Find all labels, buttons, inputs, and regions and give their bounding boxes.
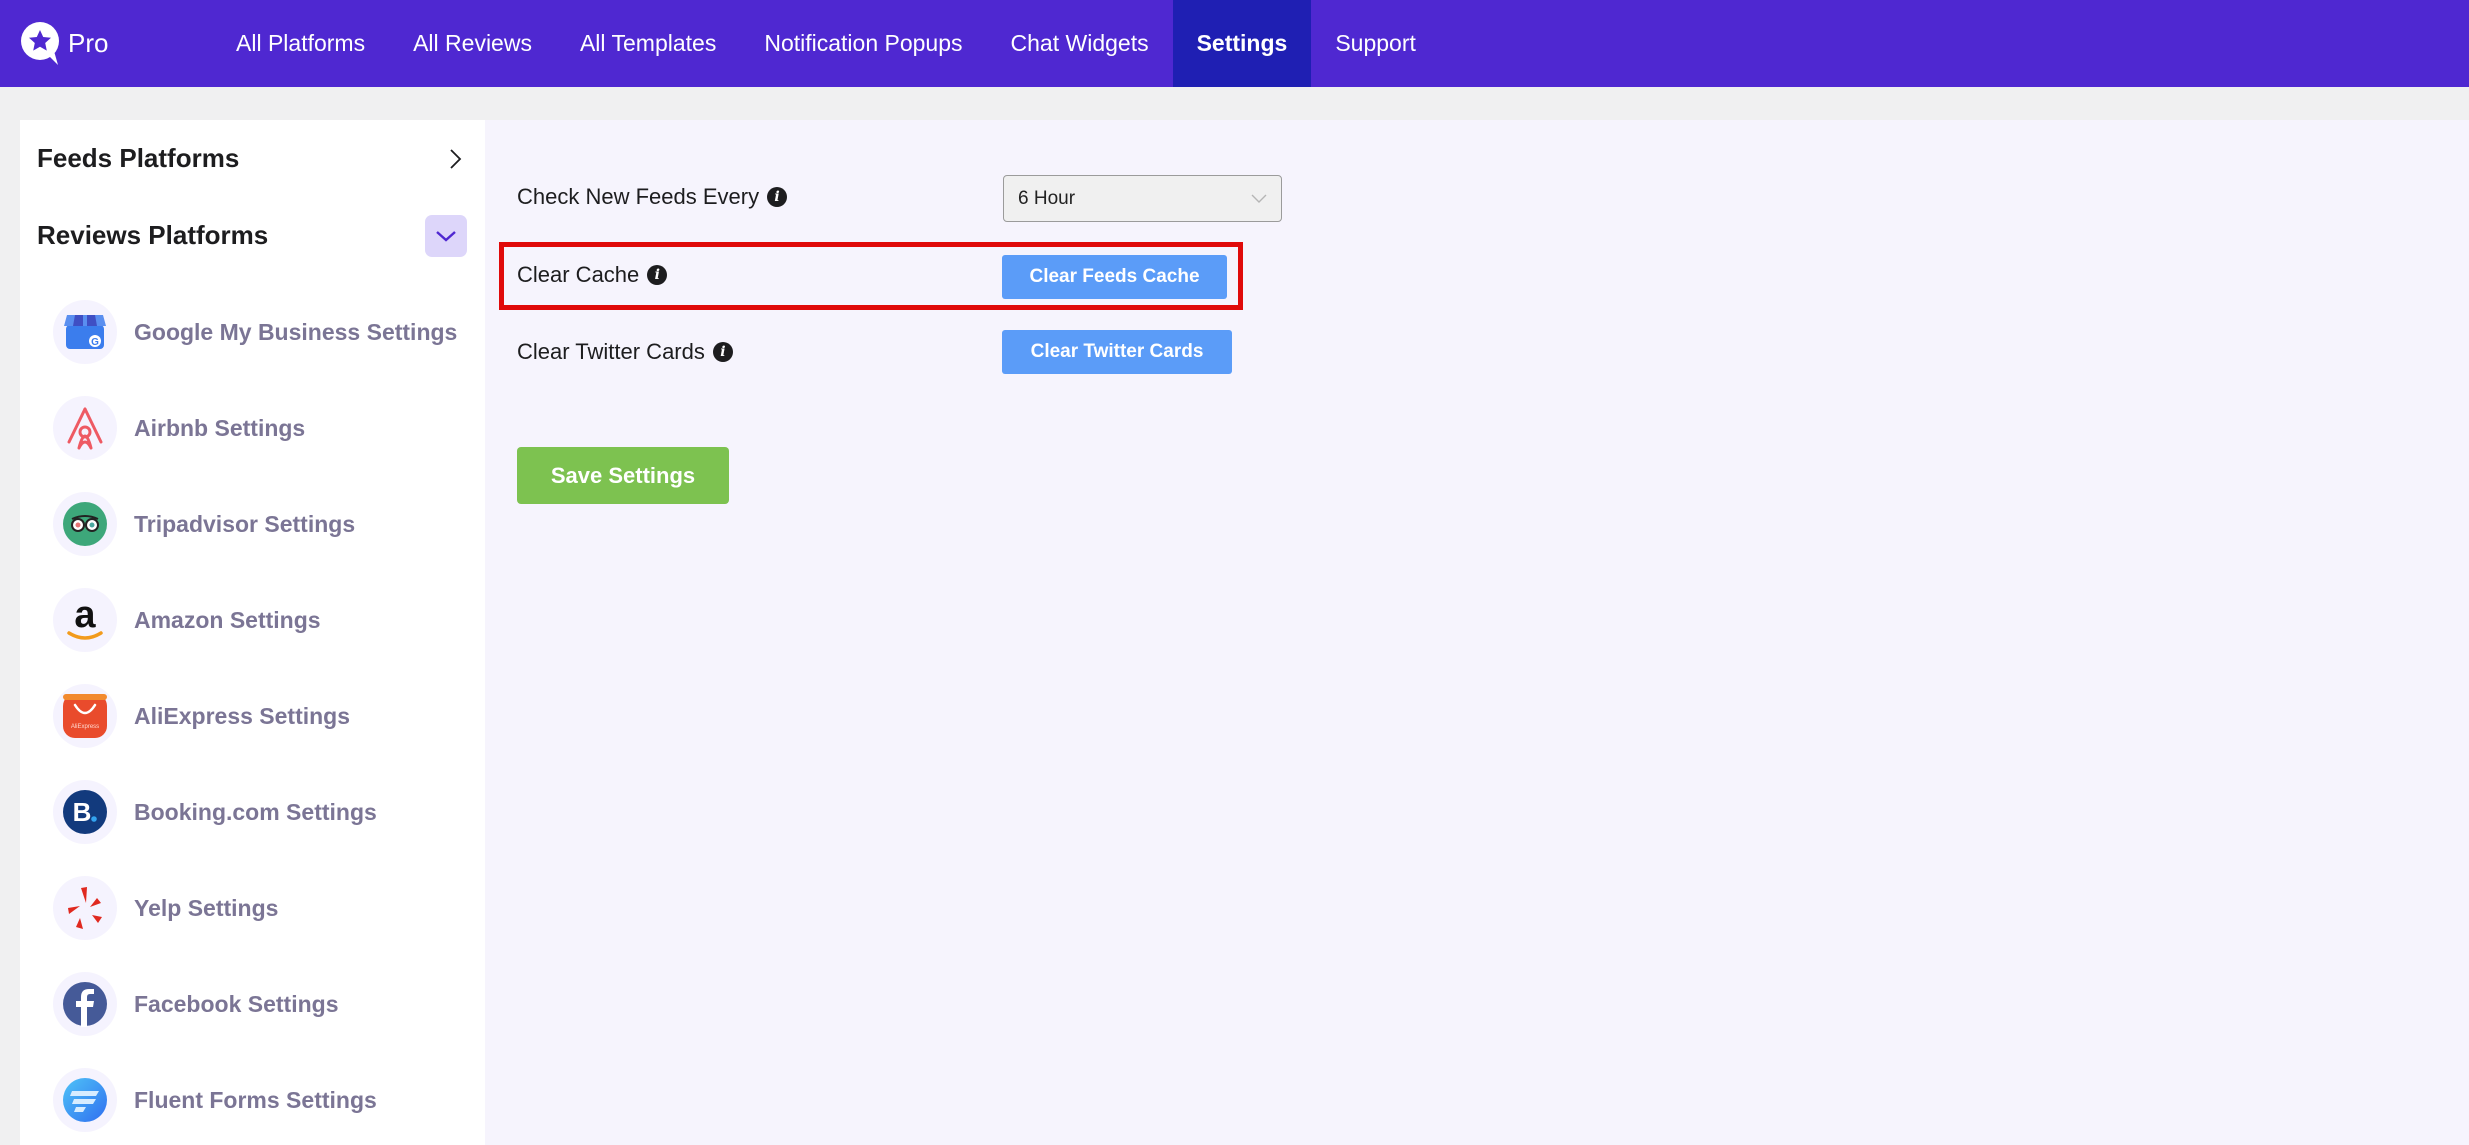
logo-icon	[21, 21, 59, 65]
google-my-business-icon: G	[53, 300, 117, 364]
platform-list: G Google My Business Settings Airbnb Set…	[20, 284, 485, 1145]
nav-settings[interactable]: Settings	[1172, 0, 1312, 87]
clear-cache-row: Clear Cache i	[517, 262, 668, 288]
sidebar-item-facebook[interactable]: Facebook Settings	[20, 956, 485, 1052]
nav-all-reviews[interactable]: All Reviews	[389, 0, 556, 87]
sidebar-item-label: AliExpress Settings	[134, 702, 351, 729]
svg-text:a: a	[74, 597, 96, 636]
aliexpress-icon: AliExpress	[53, 684, 117, 748]
info-icon[interactable]: i	[767, 187, 788, 207]
svg-text:B: B	[73, 797, 92, 827]
reviews-platforms-header[interactable]: Reviews Platforms	[20, 197, 485, 274]
chevron-right-icon[interactable]	[443, 147, 467, 171]
sidebar: Feeds Platforms Reviews Platforms G Goog…	[20, 120, 485, 1145]
info-icon[interactable]: i	[647, 265, 668, 285]
sidebar-item-fluent-forms[interactable]: Fluent Forms Settings	[20, 1052, 485, 1145]
sidebar-item-airbnb[interactable]: Airbnb Settings	[20, 380, 485, 476]
sidebar-item-label: Yelp Settings	[134, 894, 279, 921]
sidebar-item-amazon[interactable]: a Amazon Settings	[20, 572, 485, 668]
settings-panel: Check New Feeds Every i 6 Hour Clear Cac…	[485, 120, 2469, 1145]
check-feeds-value: 6 Hour	[1018, 187, 1076, 209]
booking-icon: B	[53, 780, 117, 844]
info-icon[interactable]: i	[712, 342, 733, 362]
sidebar-item-label: Amazon Settings	[134, 606, 321, 633]
clear-twitter-label: Clear Twitter Cards	[517, 339, 705, 364]
check-feeds-label: Check New Feeds Every	[517, 184, 760, 209]
chevron-down-icon	[436, 230, 456, 242]
sidebar-item-label: Fluent Forms Settings	[134, 1086, 377, 1113]
clear-cache-label: Clear Cache	[517, 262, 640, 287]
svg-text:AliExpress: AliExpress	[71, 724, 99, 730]
sidebar-item-label: Tripadvisor Settings	[134, 510, 356, 537]
clear-twitter-cards-button[interactable]: Clear Twitter Cards	[1002, 330, 1232, 374]
sidebar-item-yelp[interactable]: Yelp Settings	[20, 860, 485, 956]
logo[interactable]: Pro	[20, 21, 212, 67]
sidebar-item-label: Airbnb Settings	[134, 414, 306, 441]
nav-support[interactable]: Support	[1311, 0, 1440, 87]
sidebar-item-label: Facebook Settings	[134, 990, 339, 1017]
chevron-down-icon	[1251, 194, 1267, 203]
nav-all-templates[interactable]: All Templates	[556, 0, 740, 87]
collapse-toggle[interactable]	[425, 214, 467, 257]
main-nav: All Platforms All Reviews All Templates …	[212, 0, 1440, 87]
check-feeds-select[interactable]: 6 Hour	[1003, 175, 1282, 222]
tripadvisor-icon	[53, 492, 117, 556]
top-navigation-bar: Pro All Platforms All Reviews All Templa…	[0, 0, 2469, 87]
feeds-platforms-header[interactable]: Feeds Platforms	[20, 120, 485, 197]
clear-twitter-row: Clear Twitter Cards i	[517, 339, 733, 365]
reviews-platforms-title: Reviews Platforms	[37, 220, 269, 250]
sidebar-item-label: Google My Business Settings	[134, 318, 458, 345]
fluent-forms-icon	[53, 1068, 117, 1132]
facebook-icon	[53, 972, 117, 1036]
yelp-icon	[53, 876, 117, 940]
sidebar-item-google-my-business[interactable]: G Google My Business Settings	[20, 284, 485, 380]
amazon-icon: a	[53, 588, 117, 652]
svg-text:G: G	[91, 337, 99, 348]
airbnb-icon	[53, 396, 117, 460]
nav-all-platforms[interactable]: All Platforms	[212, 0, 389, 87]
sidebar-item-label: Booking.com Settings	[134, 798, 377, 825]
feeds-platforms-title: Feeds Platforms	[37, 143, 240, 173]
check-feeds-row: Check New Feeds Every i	[517, 184, 788, 210]
clear-feeds-cache-button[interactable]: Clear Feeds Cache	[1002, 255, 1227, 299]
logo-text: Pro	[68, 28, 109, 58]
nav-notification-popups[interactable]: Notification Popups	[740, 0, 986, 87]
save-settings-button[interactable]: Save Settings	[517, 447, 729, 504]
sidebar-item-tripadvisor[interactable]: Tripadvisor Settings	[20, 476, 485, 572]
nav-chat-widgets[interactable]: Chat Widgets	[987, 0, 1173, 87]
sidebar-item-booking[interactable]: B Booking.com Settings	[20, 764, 485, 860]
sidebar-item-aliexpress[interactable]: AliExpress AliExpress Settings	[20, 668, 485, 764]
